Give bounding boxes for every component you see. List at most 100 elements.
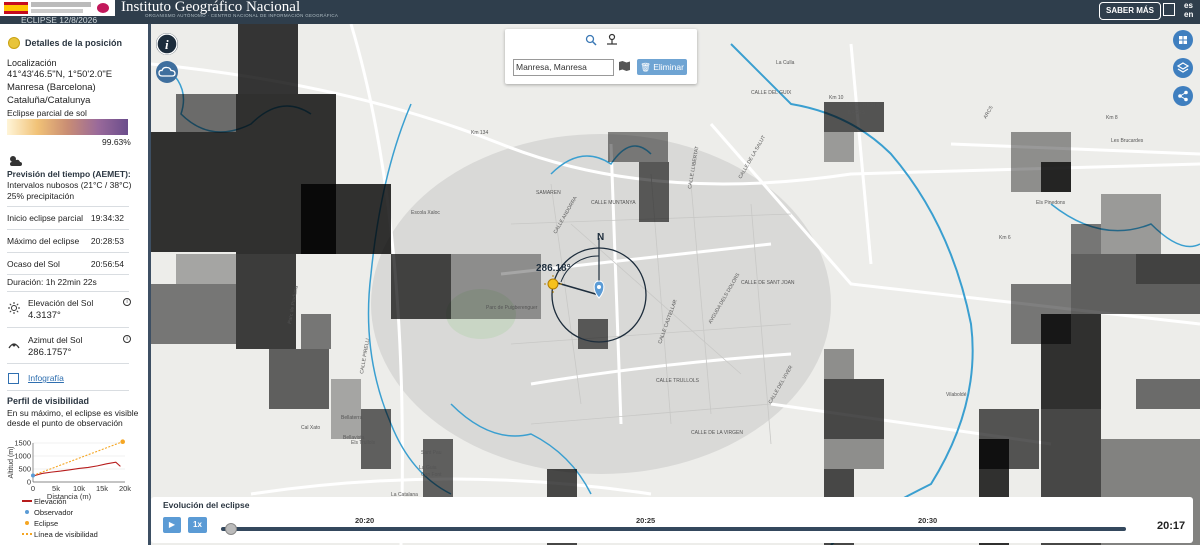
divider [7, 206, 129, 207]
svg-text:Bellavista: Bellavista [343, 435, 365, 441]
share-button[interactable] [1173, 86, 1193, 106]
panel-title: Detalles de la posición [25, 38, 123, 48]
weather-line1: Intervalos nubosos (21°C / 38°C) [7, 180, 132, 190]
chart-x-tick: 15k [96, 484, 108, 493]
infographic-icon[interactable] [8, 373, 19, 384]
row-sunset-value: 20:56:54 [90, 259, 124, 269]
chart-y-tick: 500 [18, 465, 31, 474]
svg-text:Escola Xaloc: Escola Xaloc [411, 210, 440, 216]
speed-button[interactable]: 1x [188, 517, 207, 533]
legend-eclipse-swatch [25, 521, 29, 525]
weather-line2: 25% precipitación [7, 191, 75, 201]
sun-azimuth-icon [8, 343, 20, 349]
cloud-layer-button[interactable] [156, 61, 178, 83]
elevation-label: Elevación del Sol [28, 298, 94, 308]
current-time: 20:17 [1157, 520, 1186, 532]
chart-y-label: Altitud (m) [8, 447, 15, 479]
svg-text:Km 6: Km 6 [999, 235, 1011, 241]
infografia-link[interactable]: Infografía [28, 373, 64, 383]
azimuth-label: Azimut del Sol [28, 335, 83, 345]
play-button[interactable]: ▶ [163, 517, 181, 533]
map-view[interactable]: CALLE DEL GUIX CALLE LLIBERTAT CALLE DE … [151, 24, 1200, 545]
obscuration-percent: 99.63% [102, 137, 131, 147]
document-icon[interactable] [1163, 3, 1175, 16]
row-start-label: Inicio eclipse parcial [7, 213, 84, 223]
location-search-input[interactable]: Manresa, Manresa [513, 59, 614, 76]
ministry-logo-text [31, 2, 91, 7]
svg-text:i: i [165, 37, 169, 52]
row-start-value: 19:34:32 [90, 213, 124, 223]
svg-text:BAGES: BAGES [848, 110, 866, 116]
svg-text:SAMAREN: SAMAREN [536, 190, 561, 196]
search-icon[interactable] [585, 34, 597, 46]
obscuration-gradient [7, 119, 128, 135]
svg-text:La Guia: La Guia [419, 465, 437, 471]
svg-text:Les Brucardes: Les Brucardes [1111, 138, 1144, 144]
svg-text:CALLE DE SANT JOAN: CALLE DE SANT JOAN [741, 280, 795, 286]
north-label: N [597, 232, 604, 243]
map-icon[interactable] [618, 60, 631, 72]
legend-elevacion-swatch [22, 500, 32, 502]
svg-text:ARCS: ARCS [983, 104, 995, 120]
compass-icon [8, 37, 20, 49]
search-panel: Manresa, Manresa 🗑 Eliminar [505, 29, 697, 84]
chart-x-tick: 0 [31, 484, 35, 493]
cloud-icon [158, 66, 176, 77]
svg-text:Km 8: Km 8 [1106, 115, 1118, 121]
ministry-logo-text2 [31, 9, 83, 13]
elevation-info-icon[interactable]: i [123, 298, 131, 306]
svg-text:Km 134: Km 134 [471, 130, 488, 136]
svg-text:Els Pinedons: Els Pinedons [1036, 200, 1066, 206]
azimuth-info-icon[interactable]: i [123, 335, 131, 343]
language-switch[interactable]: es en [1184, 1, 1193, 19]
timeline-track[interactable] [221, 527, 1126, 531]
location-pin-icon[interactable] [606, 33, 618, 46]
chart-x-tick: 20k [119, 484, 131, 493]
duration: Duración: 1h 22min 22s [7, 277, 97, 287]
map-canvas[interactable]: CALLE DEL GUIX CALLE LLIBERTAT CALLE DE … [151, 24, 1200, 545]
saber-mas-button[interactable]: SABER MÁS [1099, 2, 1161, 20]
region-name: Cataluña/Catalunya [7, 95, 91, 106]
divider [7, 291, 129, 292]
legend-elevacion: Elevación [22, 497, 67, 506]
info-button[interactable]: i [156, 33, 178, 55]
chart-series-linea-visibilidad [32, 441, 123, 477]
divider [7, 327, 129, 328]
layers-icon [1176, 62, 1190, 73]
timeline-title: Evolución del eclipse [163, 500, 250, 510]
eclipse-timeline: Evolución del eclipse ▶ 1x 20:20 20:25 2… [151, 497, 1193, 543]
chart-y-tick: 1000 [14, 452, 31, 461]
share-icon [1178, 90, 1188, 102]
grid-menu-button[interactable] [1173, 30, 1193, 50]
divider [7, 252, 129, 253]
divider [7, 363, 129, 364]
profile-desc2: desde el punto de observación [7, 418, 123, 428]
svg-text:CALLE DEL GUIX: CALLE DEL GUIX [751, 90, 792, 96]
trash-icon: 🗑 [640, 62, 654, 72]
legend-linea-swatch [22, 533, 32, 535]
svg-text:Km 10: Km 10 [829, 95, 844, 101]
svg-text:Can Font: Can Font [421, 472, 442, 478]
svg-text:Sant Pau: Sant Pau [421, 450, 442, 456]
svg-text:Vilaboldé: Vilaboldé [946, 392, 967, 398]
svg-text:Parc de Puigberenguer: Parc de Puigberenguer [486, 305, 538, 311]
profile-desc1: En su máximo, el eclipse es visible [7, 408, 139, 418]
chart-observer-point [31, 473, 35, 478]
town-name: Manresa (Barcelona) [7, 82, 96, 93]
spain-flag-icon [4, 2, 28, 14]
eliminar-button[interactable]: 🗑 Eliminar [637, 59, 687, 75]
svg-text:La Culla: La Culla [776, 60, 795, 66]
svg-text:LA FLORESTA: LA FLORESTA [846, 102, 880, 108]
svg-text:Bellaterra: Bellaterra [341, 415, 363, 421]
divider [7, 390, 129, 391]
coordinates: 41°43'46.5"N, 1°50'2.0"E [7, 69, 113, 80]
lang-en[interactable]: en [1184, 10, 1193, 19]
timeline-slider-thumb[interactable] [225, 523, 238, 535]
layers-button[interactable] [1173, 58, 1193, 78]
legend-linea: Línea de visibilidad [22, 530, 98, 539]
legend-observador-swatch [25, 510, 29, 514]
azimuth-value: 286.1757° [28, 347, 72, 358]
lang-es[interactable]: es [1184, 1, 1193, 10]
weather-cloud-sun-icon [10, 156, 22, 166]
svg-text:CALLE DE LA VIRGEN: CALLE DE LA VIRGEN [691, 430, 743, 436]
